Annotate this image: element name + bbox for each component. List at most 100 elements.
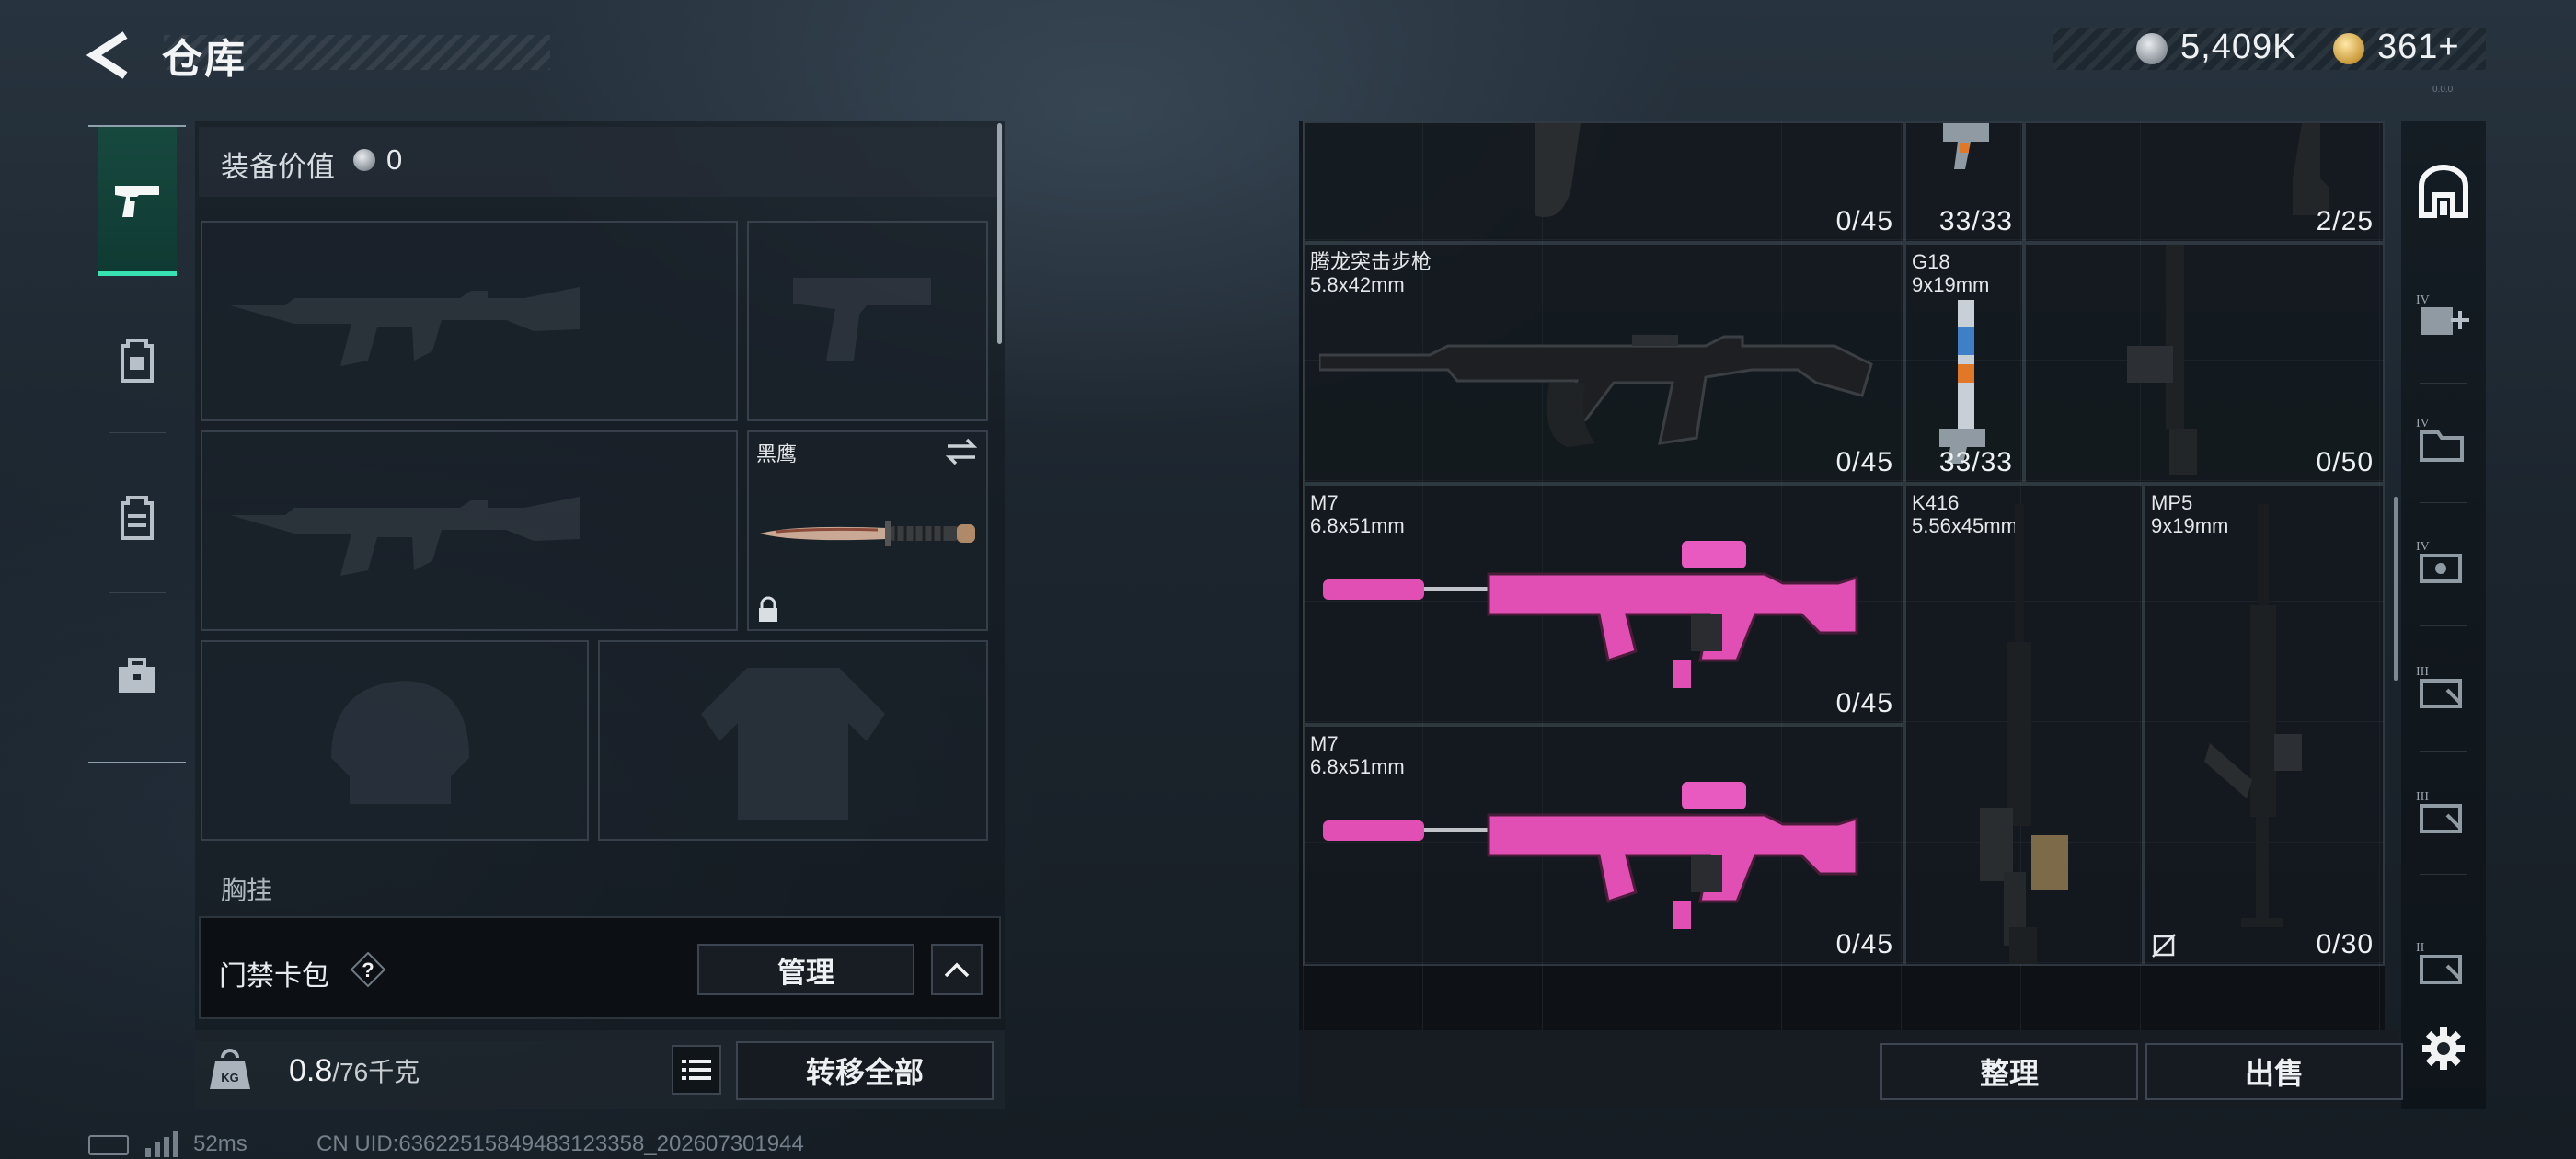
vertical-rifle-icon: [1980, 504, 2068, 964]
secondary-weapon-slot[interactable]: [201, 430, 738, 631]
pistol-icon: [1943, 123, 1989, 169]
stash-item[interactable]: 2/25: [2024, 121, 2385, 243]
stash-item-tenglong-rifle[interactable]: 腾龙突击步枪 5.8x42mm 0/45: [1303, 243, 1904, 484]
rail-divider: [2420, 383, 2467, 384]
weight-readout: 0.8/76千克: [289, 1052, 420, 1089]
rifle-icon: [2127, 245, 2197, 475]
ammo-count: 0/45: [1835, 929, 1893, 959]
settings-icon[interactable]: [2409, 1014, 2478, 1084]
rail-divider: [2420, 751, 2467, 752]
silver-balance: 5,409K: [2180, 28, 2297, 66]
stash-item-rifle[interactable]: 0/50: [2024, 243, 2385, 484]
no-insurance-icon: [2152, 934, 2176, 958]
tab-case[interactable]: [105, 644, 169, 708]
stash-item-m7[interactable]: M7 6.8x51mm 0/45: [1303, 725, 1904, 966]
tab-armor[interactable]: [105, 486, 169, 550]
uid-readout: CN UID:63622515849483123358_202607301944: [316, 1131, 804, 1156]
rifle-silhouette-icon: [230, 287, 580, 366]
help-icon[interactable]: ?: [350, 951, 386, 988]
ammo-count: 33/33: [1938, 447, 2013, 477]
gold-coin-icon: [2333, 33, 2364, 64]
pistol-icon: [1939, 300, 1985, 464]
tab-column-bottom-line: [88, 762, 186, 763]
tier-iii-case-2-icon[interactable]: III: [2409, 778, 2478, 848]
svg-text:IV: IV: [2416, 293, 2430, 307]
tab-divider: [109, 592, 166, 593]
armor-silhouette-icon: [701, 668, 885, 820]
magazine-icon: [1535, 123, 1581, 217]
gold-balance[interactable]: 361+: [2377, 28, 2460, 67]
ammo-count: 0/45: [1835, 688, 1893, 718]
stash-item[interactable]: 33/33: [1904, 121, 2024, 243]
svg-text:II: II: [2416, 941, 2425, 955]
tier-iv-add-icon[interactable]: IV: [2409, 281, 2478, 351]
melee-slot[interactable]: 黑鹰: [747, 430, 988, 631]
tier-iii-case-icon[interactable]: III: [2409, 653, 2478, 723]
pistol-silhouette-icon: [793, 278, 931, 361]
rifle-icon: [2293, 123, 2329, 215]
weight-icon: KG: [210, 1049, 250, 1089]
helmet-silhouette-icon: [331, 681, 469, 804]
rail-divider: [2420, 502, 2467, 503]
tier-ii-case-icon[interactable]: II: [2409, 929, 2478, 999]
rail-divider: [2420, 625, 2467, 626]
warehouse-icon[interactable]: [2409, 156, 2478, 226]
item-name: G18 9x19mm: [1912, 250, 1990, 296]
stash-item-g18[interactable]: G18 9x19mm 33/33: [1904, 243, 2024, 484]
version-text: 0.0.0: [2432, 85, 2454, 95]
svg-text:IV: IV: [2416, 417, 2430, 430]
current-weight: 0.8: [289, 1053, 333, 1088]
list-view-button[interactable]: [672, 1045, 721, 1095]
assault-rifle-icon: [1319, 335, 1873, 447]
equipment-scrollbar[interactable]: [997, 123, 1002, 344]
battery-icon: [88, 1135, 129, 1155]
stash-scrollbar[interactable]: [2394, 497, 2398, 681]
chest-rig-section-label: 胸挂: [221, 876, 273, 904]
ammo-count: 0/50: [2316, 447, 2374, 477]
ammo-count: 0/45: [1835, 447, 1893, 477]
swap-icon[interactable]: [944, 438, 979, 465]
knife-icon: [760, 521, 975, 546]
ammo-count: 0/45: [1835, 206, 1893, 236]
melee-name: 黑鹰: [756, 442, 798, 465]
signal-icon: [145, 1131, 178, 1157]
toolbox-icon: [119, 658, 155, 693]
stash-item-mp5[interactable]: MP5 9x19mm 0/30: [2144, 484, 2385, 966]
transfer-all-button[interactable]: 转移全部: [736, 1041, 994, 1100]
ammo-count: 0/30: [2316, 929, 2374, 959]
svg-text:?: ?: [362, 958, 374, 981]
pistol-icon: [105, 169, 169, 234]
stash-item-k416[interactable]: K416 5.56x45mm: [1904, 484, 2144, 966]
sidearm-slot[interactable]: [747, 221, 988, 421]
list-icon: [682, 1060, 711, 1080]
equipment-value: 0: [386, 143, 403, 176]
ammo-count: 2/25: [2316, 206, 2374, 236]
ping-readout: 52ms: [193, 1131, 247, 1156]
keycard-label: 门禁卡包: [219, 961, 329, 992]
rail-divider: [2420, 874, 2467, 875]
tab-gear[interactable]: [105, 327, 169, 392]
svg-text:III: III: [2416, 665, 2429, 679]
rifle-silhouette-icon: [230, 497, 580, 576]
sort-button[interactable]: 整理: [1880, 1043, 2138, 1100]
expand-keycard-button[interactable]: [931, 944, 983, 995]
stash-item[interactable]: 0/45: [1303, 121, 1904, 243]
lock-icon: [759, 596, 777, 622]
backpack-icon: [121, 339, 154, 383]
ammo-count: 33/33: [1938, 206, 2013, 236]
primary-weapon-slot[interactable]: [201, 221, 738, 421]
chevron-up-icon: [944, 962, 970, 978]
tier-iv-folder-icon[interactable]: IV: [2409, 405, 2478, 475]
stash-item-m7[interactable]: M7 6.8x51mm 0/45: [1303, 484, 1904, 725]
back-arrow-icon[interactable]: [85, 28, 140, 83]
helmet-slot[interactable]: [201, 640, 589, 841]
tier-iv-case-icon[interactable]: IV: [2409, 528, 2478, 598]
silver-coin-icon: [353, 149, 375, 171]
manage-keycard-button[interactable]: 管理: [697, 944, 914, 995]
sell-button[interactable]: 出售: [2145, 1043, 2403, 1100]
max-weight: /76千克: [332, 1058, 420, 1086]
page-title: 仓库: [162, 37, 247, 82]
silver-coin-icon: [2136, 33, 2168, 64]
body-armor-slot[interactable]: [598, 640, 988, 841]
pink-rifle-icon: [1323, 541, 1858, 688]
